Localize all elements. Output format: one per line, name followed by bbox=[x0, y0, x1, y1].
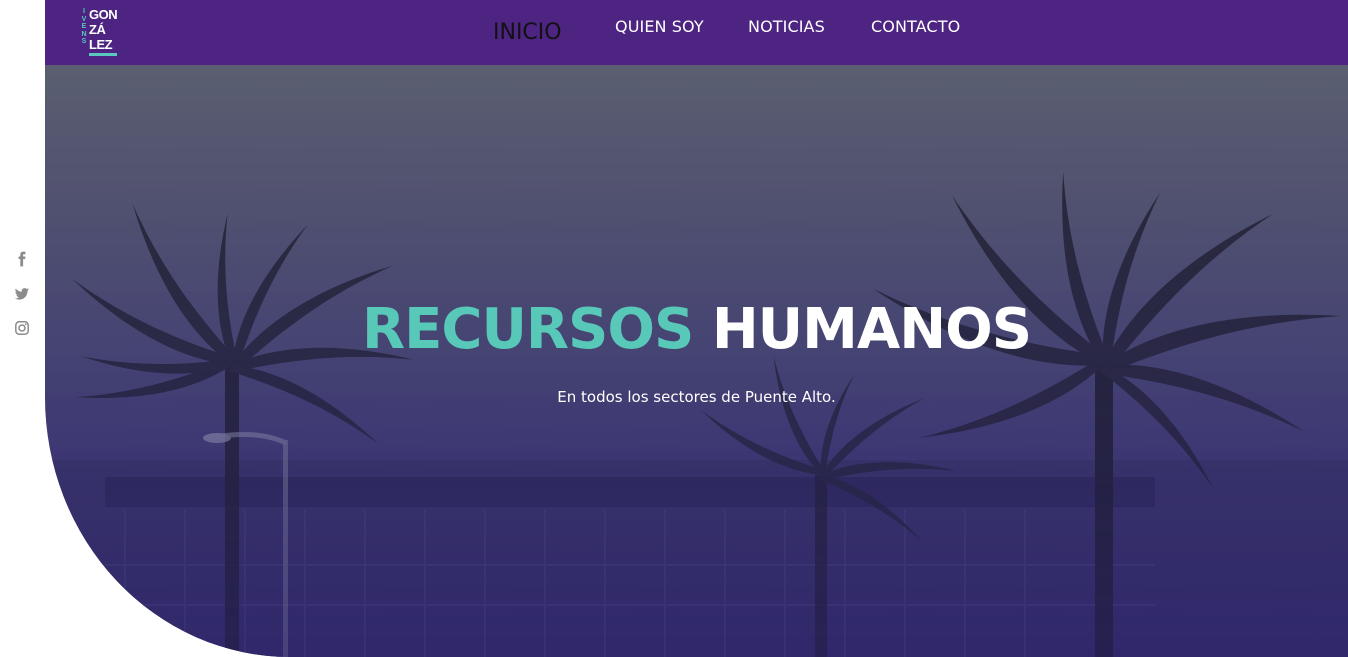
nav-item-inicio[interactable]: INICIO bbox=[493, 6, 562, 58]
hero-title-accent: RECURSOS bbox=[361, 297, 694, 362]
hero-subtitle: En todos los sectores de Puente Alto. bbox=[557, 388, 836, 406]
nav-label: INICIO bbox=[493, 19, 562, 45]
instagram-icon[interactable] bbox=[14, 320, 30, 336]
nav-label: CONTACTO bbox=[871, 16, 961, 36]
hero-title-rest: HUMANOS bbox=[711, 297, 1032, 362]
logo-wordmark: GON ZÁ LEZ bbox=[89, 7, 118, 52]
top-navbar: I V E N S GON ZÁ LEZ INICIO QUIEN SOY NO… bbox=[45, 0, 1348, 65]
nav-label: QUIEN SOY bbox=[615, 16, 704, 36]
nav-label: NOTICIAS bbox=[748, 16, 825, 36]
social-sidebar bbox=[0, 0, 45, 657]
logo-vertical-text: I V E N S bbox=[81, 8, 87, 46]
logo-underline bbox=[89, 53, 117, 56]
hero-title: RECURSOS HUMANOS bbox=[45, 297, 1348, 362]
brand-logo[interactable]: I V E N S GON ZÁ LEZ bbox=[81, 7, 121, 59]
facebook-icon[interactable] bbox=[14, 251, 30, 267]
hero-banner: RECURSOS HUMANOS En todos los sectores d… bbox=[45, 65, 1348, 657]
nav-item-contacto[interactable]: CONTACTO bbox=[871, 0, 960, 52]
twitter-icon[interactable] bbox=[14, 286, 30, 302]
nav-item-quien-soy[interactable]: QUIEN SOY bbox=[615, 0, 704, 52]
nav-item-noticias[interactable]: NOTICIAS bbox=[748, 0, 825, 52]
